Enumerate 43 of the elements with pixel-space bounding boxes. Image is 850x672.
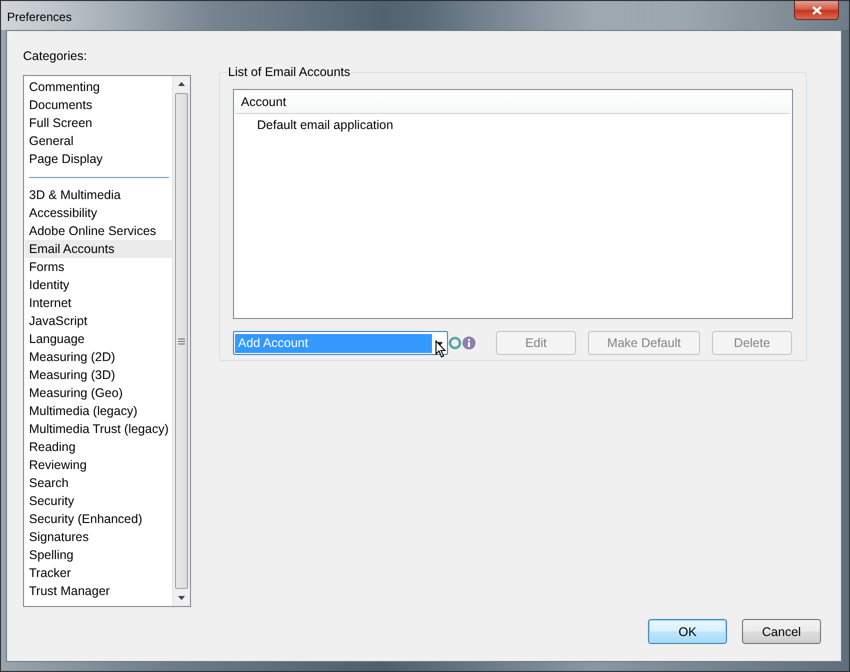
category-item[interactable]: Forms — [25, 258, 172, 276]
category-item[interactable]: Page Display — [25, 150, 172, 168]
category-item[interactable]: Reviewing — [25, 456, 172, 474]
category-item[interactable]: Full Screen — [25, 114, 172, 132]
group-title: List of Email Accounts — [227, 65, 352, 79]
close-icon — [812, 6, 822, 14]
category-item[interactable]: Email Accounts — [25, 240, 172, 258]
scroll-thumb[interactable] — [175, 93, 188, 589]
busy-ring-icon — [448, 336, 462, 350]
cursor-icon — [435, 340, 447, 358]
category-item[interactable]: Measuring (2D) — [25, 348, 172, 366]
category-item[interactable]: Multimedia Trust (legacy) — [25, 420, 172, 438]
category-item[interactable]: Measuring (3D) — [25, 366, 172, 384]
category-item[interactable]: 3D & Multimedia — [25, 186, 172, 204]
dialog-button[interactable]: Cancel — [742, 619, 821, 644]
category-item[interactable]: Trust Manager — [25, 582, 172, 600]
category-item[interactable]: Multimedia (legacy) — [25, 402, 172, 420]
category-item[interactable]: Adobe Online Services — [25, 222, 172, 240]
category-item[interactable]: Internet — [25, 294, 172, 312]
category-item[interactable]: Identity — [25, 276, 172, 294]
category-item[interactable]: Tracker — [25, 564, 172, 582]
table-row[interactable]: Default email application — [235, 114, 791, 136]
category-item[interactable]: Documents — [25, 96, 172, 114]
category-item[interactable]: Language — [25, 330, 172, 348]
dialog-button[interactable]: OK — [648, 619, 727, 644]
window-title: Preferences — [7, 10, 72, 24]
close-button[interactable] — [794, 1, 839, 20]
scrollbar[interactable] — [172, 76, 190, 606]
grip-icon — [178, 338, 185, 344]
category-item[interactable]: JavaScript — [25, 312, 172, 330]
category-item[interactable]: Signatures — [25, 528, 172, 546]
category-item[interactable]: Accessibility — [25, 204, 172, 222]
category-item[interactable]: Security — [25, 492, 172, 510]
category-item[interactable]: Commenting — [25, 78, 172, 96]
info-icon — [462, 336, 476, 350]
category-list[interactable] — [23, 75, 191, 607]
category-item[interactable]: Search — [25, 474, 172, 492]
categories-label: Categories: — [23, 49, 88, 65]
category-item[interactable]: Reading — [25, 438, 172, 456]
category-item[interactable]: Security (Enhanced) — [25, 510, 172, 528]
category-item[interactable]: Spelling — [25, 546, 172, 564]
category-item[interactable]: Measuring (Geo) — [25, 384, 172, 402]
category-item[interactable]: General — [25, 132, 172, 150]
